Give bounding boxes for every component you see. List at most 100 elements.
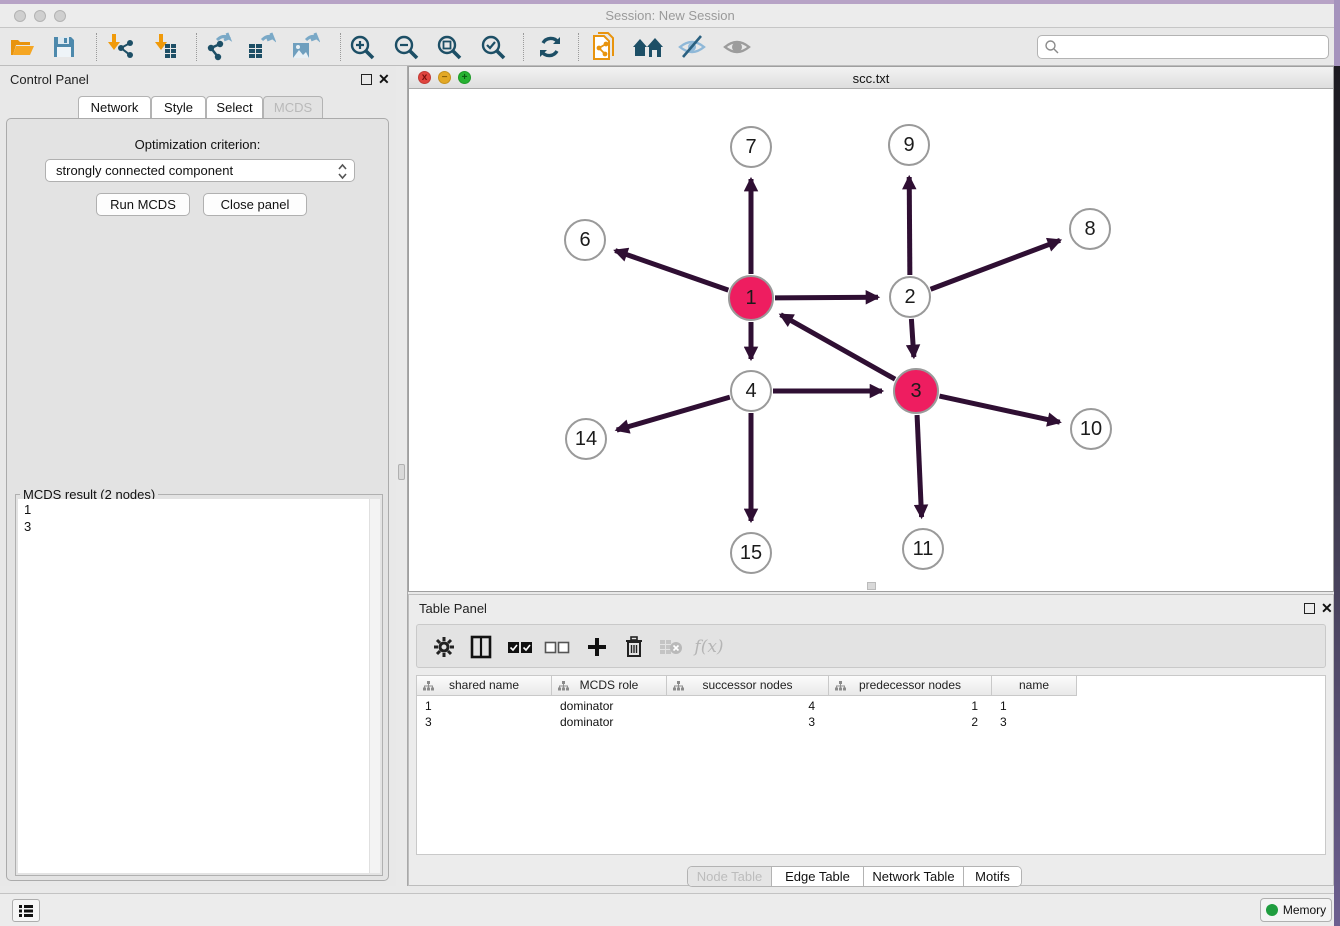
graph-node-6[interactable]: 6	[564, 219, 606, 261]
toolbar-separator	[523, 33, 524, 61]
graph-node-14[interactable]: 14	[565, 418, 607, 460]
tab-style[interactable]: Style	[151, 96, 206, 119]
graph-node-9[interactable]: 9	[888, 124, 930, 166]
float-table-panel-icon[interactable]	[1304, 603, 1315, 614]
export-table-icon[interactable]	[244, 31, 278, 63]
new-network-from-selection-icon[interactable]	[588, 31, 622, 63]
delete-column-icon[interactable]	[618, 631, 650, 663]
vertical-splitter[interactable]	[396, 66, 408, 886]
desktop-edge	[1334, 0, 1340, 66]
show-all-icon[interactable]	[720, 31, 754, 63]
optimization-criterion-select[interactable]: strongly connected component	[45, 159, 355, 182]
horizontal-splitter-handle[interactable]	[867, 582, 876, 590]
close-table-panel-icon[interactable]: ✕	[1321, 601, 1333, 615]
window-title: Session: New Session	[0, 8, 1340, 23]
column-visibility-icon[interactable]	[465, 631, 497, 663]
add-column-icon[interactable]	[581, 631, 613, 663]
vertical-splitter-handle[interactable]	[398, 464, 405, 480]
table-cell: dominator	[552, 698, 667, 714]
attribute-icon	[673, 681, 684, 691]
table-row[interactable]: 1dominator411	[417, 698, 1325, 714]
graph-edge-3-11[interactable]	[917, 415, 922, 517]
graph-node-2[interactable]: 2	[889, 276, 931, 318]
export-network-icon[interactable]	[201, 31, 235, 63]
search-input[interactable]	[1037, 35, 1329, 59]
graph-edge-1-6[interactable]	[615, 251, 728, 291]
refresh-layout-icon[interactable]	[533, 31, 567, 63]
toolbar-separator	[340, 33, 341, 61]
table-toolbar: f(x)	[416, 624, 1326, 668]
save-session-icon[interactable]	[47, 31, 81, 63]
select-all-checks-icon[interactable]	[504, 631, 536, 663]
graph-edge-2-9[interactable]	[909, 177, 910, 275]
column-header-successor-nodes[interactable]: successor nodes	[667, 676, 829, 696]
graph-edge-2-3[interactable]	[911, 319, 913, 357]
graph-node-11[interactable]: 11	[902, 528, 944, 570]
mcds-result-line: 1	[24, 501, 374, 518]
tab-node-table[interactable]: Node Table	[688, 867, 772, 887]
attribute-icon	[558, 681, 569, 691]
mcds-result-list[interactable]: 1 3	[18, 499, 380, 873]
import-table-icon[interactable]	[149, 31, 183, 63]
network-graph	[409, 89, 1333, 591]
column-header-name[interactable]: name	[992, 676, 1077, 696]
memory-status-icon	[1266, 904, 1278, 916]
column-header-predecessor-nodes[interactable]: predecessor nodes	[829, 676, 992, 696]
table-row[interactable]: 3dominator323	[417, 714, 1325, 730]
table-panel: Table Panel ✕ f(x) shared nameMCDS roles…	[408, 594, 1334, 886]
attribute-icon	[835, 681, 846, 691]
mcds-result-line: 3	[24, 518, 374, 535]
zoom-selected-icon[interactable]	[476, 31, 510, 63]
close-panel-button[interactable]: Close panel	[203, 193, 307, 216]
tab-motifs[interactable]: Motifs	[964, 867, 1021, 887]
column-header-MCDS-role[interactable]: MCDS role	[552, 676, 667, 696]
column-header-shared-name[interactable]: shared name	[417, 676, 552, 696]
zoom-out-icon[interactable]	[389, 31, 423, 63]
table-cell: 1	[992, 698, 1077, 714]
graph-node-7[interactable]: 7	[730, 126, 772, 168]
tab-network-table[interactable]: Network Table	[864, 867, 964, 887]
graph-node-15[interactable]: 15	[730, 532, 772, 574]
float-panel-icon[interactable]	[361, 74, 372, 85]
search-input-field[interactable]	[1060, 37, 1328, 57]
network-canvas[interactable]: 7 9 6 8 1 2 4 3 14 10 15 11	[409, 89, 1333, 591]
close-panel-icon[interactable]: ✕	[378, 72, 390, 86]
table-cell: 4	[667, 698, 829, 714]
delete-table-icon[interactable]	[655, 631, 687, 663]
graph-edge-2-8[interactable]	[931, 240, 1060, 289]
table-settings-icon[interactable]	[428, 631, 460, 663]
graph-edge-3-1[interactable]	[781, 315, 895, 380]
tab-select[interactable]: Select	[206, 96, 263, 119]
open-file-icon[interactable]	[5, 31, 39, 63]
table-panel-title: Table Panel	[419, 601, 487, 616]
toolbar-separator	[196, 33, 197, 61]
desktop-edge-top	[0, 0, 1340, 4]
graph-node-10[interactable]: 10	[1070, 408, 1112, 450]
hide-selected-icon[interactable]	[675, 31, 709, 63]
zoom-fit-icon[interactable]	[432, 31, 466, 63]
graph-node-3[interactable]: 3	[893, 368, 939, 414]
first-neighbors-icon[interactable]	[631, 31, 665, 63]
graph-edge-4-14[interactable]	[617, 397, 730, 430]
memory-button[interactable]: Memory	[1260, 898, 1332, 922]
graph-node-1[interactable]: 1	[728, 275, 774, 321]
export-image-icon[interactable]	[288, 31, 322, 63]
window-titlebar: Session: New Session	[0, 0, 1340, 28]
deselect-all-checks-icon[interactable]	[541, 631, 573, 663]
show-panels-list-button[interactable]	[12, 899, 40, 922]
run-mcds-button[interactable]: Run MCDS	[96, 193, 190, 216]
tab-edge-table[interactable]: Edge Table	[772, 867, 864, 887]
graph-edge-3-10[interactable]	[939, 396, 1059, 422]
select-stepper-icon	[337, 163, 348, 180]
graph-node-4[interactable]: 4	[730, 370, 772, 412]
zoom-in-icon[interactable]	[345, 31, 379, 63]
table-cell: 2	[829, 714, 992, 730]
table-cell: 3	[667, 714, 829, 730]
tab-network[interactable]: Network	[78, 96, 151, 119]
import-network-icon[interactable]	[102, 31, 136, 63]
graph-edge-1-2[interactable]	[775, 297, 878, 298]
graph-node-8[interactable]: 8	[1069, 208, 1111, 250]
function-builder-icon[interactable]: f(x)	[693, 631, 725, 663]
result-scrollbar[interactable]	[369, 499, 380, 873]
tab-mcds[interactable]: MCDS	[263, 96, 323, 119]
